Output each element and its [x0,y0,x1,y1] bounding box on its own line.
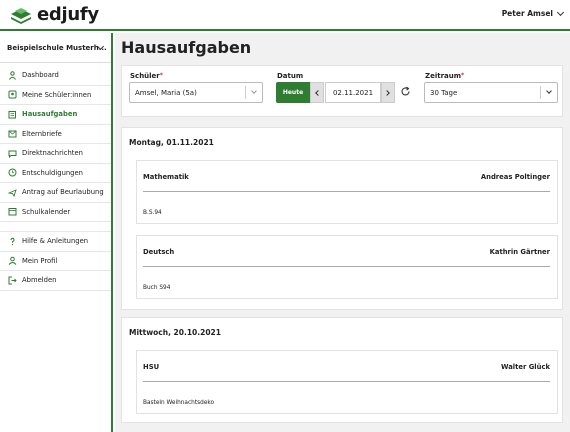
today-button[interactable]: Heute [276,82,310,103]
day-card: Montag, 01.11.2021 Mathematik Andreas Po… [121,127,563,310]
chevron-down-icon [556,8,565,16]
plane-icon [8,188,17,197]
clock-icon [8,168,17,177]
homework-description: Buch S94 [143,285,171,291]
sidebar-item-messages[interactable]: Direktnachrichten [0,144,111,164]
homework-teacher: Andreas Poltinger [480,173,550,181]
sidebar-item-label: Antrag auf Beurlaubung [22,188,104,197]
student-label: Schüler* [130,72,163,80]
sidebar-item-label: Hilfe & Anleitungen [22,237,89,246]
range-select-value: 30 Tage [430,88,458,97]
sidebar-item-calendar[interactable]: Schulkalender [0,203,111,222]
school-name: Beispielschule Musterh... [7,43,107,52]
date-input[interactable]: 02.11.2021 [325,82,381,103]
day-title: Montag, 01.11.2021 [129,138,214,147]
divider [143,266,550,267]
help-icon [8,237,17,246]
homework-list: Montag, 01.11.2021 Mathematik Andreas Po… [121,127,563,432]
profile-icon [8,256,17,266]
homework-subject: Deutsch [143,248,175,256]
sidebar-item-label: Dashboard [22,71,59,80]
homework-description: Basteln Weihnachtsdeko [143,400,215,406]
sidebar-item-label: Abmelden [22,276,57,285]
sidebar-divider [0,222,111,232]
homework-subject: HSU [143,363,160,371]
homework-card: Deutsch Kathrin Gärtner Buch S94 [136,235,558,299]
page-title: Hausaufgaben [121,38,252,57]
homework-card: HSU Walter Glück Basteln Weihnachtsdeko [136,350,558,414]
sidebar-item-logout[interactable]: Abmelden [0,271,111,291]
next-date-button[interactable] [381,82,395,103]
homework-description: B.S.94 [143,210,162,216]
calendar-icon [8,207,17,216]
day-title: Mittwoch, 20.10.2021 [129,328,221,337]
required-mark: * [159,72,163,79]
sidebar-nav: Dashboard Meine Schüler:innen Hausaufgab… [0,66,111,291]
required-mark: * [461,72,465,79]
edjufy-logo-icon [11,7,31,24]
app-name: edjufy [37,4,99,25]
sidebar-item-label: Schulkalender [22,207,71,216]
chevron-down-icon [546,88,552,94]
select-separator [540,86,541,99]
sidebar-item-excuses[interactable]: Entschuldigungen [0,164,111,183]
sidebar-item-students[interactable]: Meine Schüler:innen [0,86,111,105]
sidebar-item-label: Hausaufgaben [22,110,78,119]
student-select-value: Amsel, Maria (5a) [135,88,197,97]
main-content: Hausaufgaben Schüler* Amsel, Maria (5a) … [115,33,570,432]
school-select[interactable]: Beispielschule Musterh... [0,33,111,63]
letter-icon [8,129,17,138]
top-bar: edjufy Peter Amsel [0,0,570,31]
sidebar-item-label: Direktnachrichten [22,149,83,158]
divider [143,191,550,192]
sidebar: Beispielschule Musterh... Dashboard Mein… [0,33,113,432]
day-card: Mittwoch, 20.10.2021 HSU Walter Glück Ba… [121,317,563,423]
sidebar-item-label: Mein Profil [22,256,58,265]
chevron-down-icon [251,88,257,94]
sidebar-item-dashboard[interactable]: Dashboard [0,66,111,86]
sidebar-item-profile[interactable]: Mein Profil [0,252,111,271]
sidebar-item-label: Meine Schüler:innen [22,90,92,99]
sidebar-item-label: Entschuldigungen [22,168,83,177]
refresh-icon[interactable] [400,86,411,97]
students-icon [8,90,17,99]
divider [143,381,550,382]
chevron-right-icon [384,89,390,96]
chevron-left-icon [315,89,321,96]
book-icon [8,110,17,119]
homework-card: Mathematik Andreas Poltinger B.S.94 [136,160,558,224]
sidebar-item-homework[interactable]: Hausaufgaben [0,105,111,125]
homework-teacher: Walter Glück [500,363,550,371]
user-name: Peter Amsel [501,9,553,18]
chat-icon [8,149,17,158]
app-logo[interactable]: edjufy [9,4,99,25]
student-select[interactable]: Amsel, Maria (5a) [129,82,263,103]
range-label: Zeitraum* [425,72,465,80]
range-select[interactable]: 30 Tage [424,82,558,103]
person-icon [8,71,17,80]
user-menu[interactable]: Peter Amsel [501,8,565,18]
homework-subject: Mathematik [143,173,189,181]
logout-icon [8,276,17,285]
homework-teacher: Kathrin Gärtner [489,248,550,256]
date-label: Datum [277,72,304,80]
select-separator [245,86,246,99]
previous-date-button[interactable] [310,82,324,103]
sidebar-item-help[interactable]: Hilfe & Anleitungen [0,232,111,252]
sidebar-item-leave-request[interactable]: Antrag auf Beurlaubung [0,183,111,203]
sidebar-item-label: Elternbriefe [22,129,62,138]
sidebar-item-letters[interactable]: Elternbriefe [0,125,111,144]
